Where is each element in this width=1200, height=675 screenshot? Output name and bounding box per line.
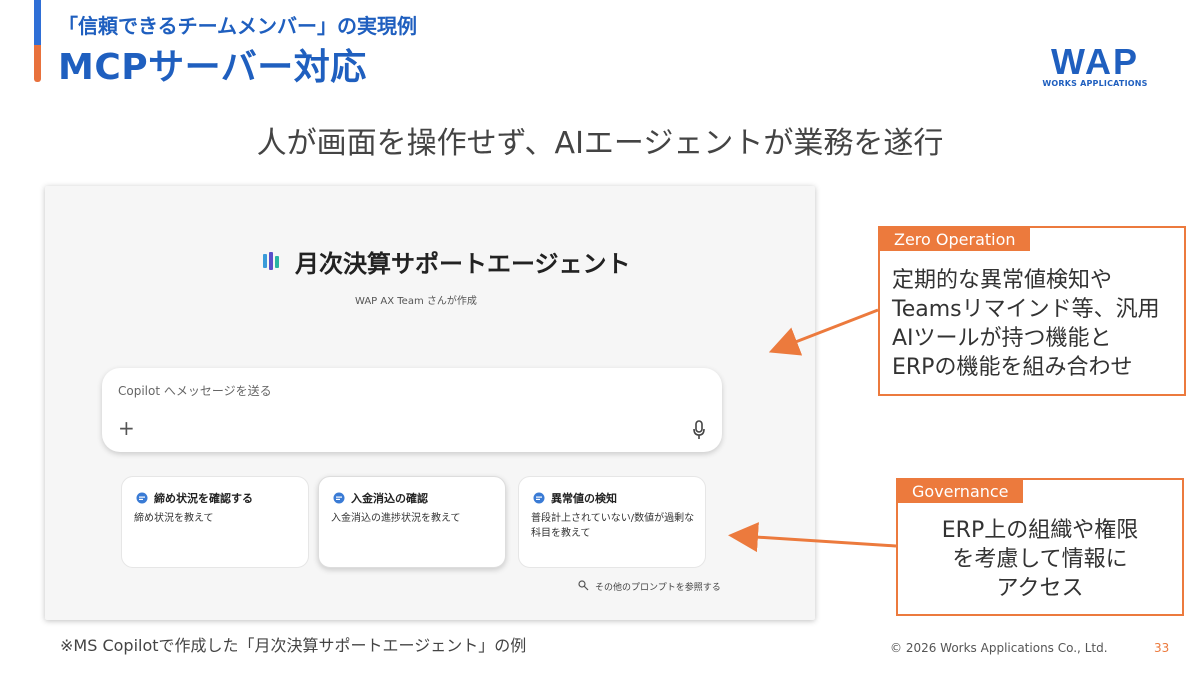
governance-line: を考慮して情報に bbox=[952, 547, 1128, 572]
footnote: ※MS Copilotで作成した「月次決算サポートエージェント」の例 bbox=[60, 636, 527, 655]
microphone-icon[interactable] bbox=[692, 420, 706, 440]
prompt-card-body: 締め状況を教えて bbox=[134, 513, 214, 524]
prompt-card-title: 異常値の検知 bbox=[551, 492, 617, 505]
prompt-card-payment-matching[interactable]: 入金消込の確認 入金消込の進捗状況を教えて bbox=[318, 476, 506, 568]
zero-operation-callout: Zero Operation 定期的な異常値検知や Teamsリマインド等、汎用… bbox=[878, 226, 1186, 396]
agent-logo-icon bbox=[263, 252, 279, 270]
governance-text: ERP上の組織や権限 を考慮して情報に アクセス bbox=[898, 516, 1182, 603]
page-number: 33 bbox=[1154, 641, 1170, 655]
zero-operation-tag: Zero Operation bbox=[880, 228, 1030, 251]
prompt-card-body: 普段計上されていない/数値が過剰な科目を教えて bbox=[531, 513, 695, 539]
zero-operation-line: 定期的な異常値検知や bbox=[892, 268, 1113, 293]
chat-bubble-icon bbox=[136, 492, 148, 504]
wap-logo-subtext: WORKS APPLICATIONS bbox=[1042, 79, 1148, 88]
governance-callout: Governance ERP上の組織や権限 を考慮して情報に アクセス bbox=[896, 478, 1184, 616]
add-attachment-button[interactable]: + bbox=[118, 418, 135, 438]
chat-bubble-icon bbox=[333, 492, 345, 504]
wap-logo-text: WAP bbox=[1051, 42, 1139, 82]
governance-line: アクセス bbox=[996, 576, 1084, 601]
copilot-message-input[interactable]: Copilot へメッセージを送る + bbox=[102, 368, 722, 452]
prompt-library-icon[interactable] bbox=[577, 579, 589, 591]
slide-headline: 人が画面を操作せず、AIエージェントが業務を遂行 bbox=[256, 126, 944, 161]
agent-creator: WAP AX Team さんが作成 bbox=[355, 296, 477, 307]
slide-subtitle: 「信頼できるチームメンバー」の実現例 bbox=[58, 14, 417, 38]
zero-operation-line: ERPの機能を組み合わせ bbox=[892, 355, 1133, 380]
governance-line: ERP上の組織や権限 bbox=[941, 518, 1139, 543]
prompt-card-body: 入金消込の進捗状況を教えて bbox=[331, 513, 461, 524]
copyright: © 2026 Works Applications Co., Ltd. bbox=[890, 641, 1108, 655]
prompt-card-closing-status[interactable]: 締め状況を確認する 締め状況を教えて bbox=[121, 476, 309, 568]
governance-tag: Governance bbox=[898, 480, 1023, 503]
chat-bubble-icon bbox=[533, 492, 545, 504]
zero-operation-line: Teamsリマインド等、汎用 bbox=[892, 297, 1160, 322]
more-prompts-link[interactable]: その他のプロンプトを参照する bbox=[595, 580, 721, 593]
input-placeholder: Copilot へメッセージを送る bbox=[118, 384, 272, 398]
zero-operation-text: 定期的な異常値検知や Teamsリマインド等、汎用 AIツールが持つ機能と ER… bbox=[892, 266, 1160, 382]
header-accent-bar bbox=[34, 0, 41, 82]
copilot-screenshot: 月次決算サポートエージェント WAP AX Team さんが作成 Copilot… bbox=[45, 186, 815, 620]
prompt-card-title: 締め状況を確認する bbox=[154, 492, 253, 505]
prompt-card-anomaly-detection[interactable]: 異常値の検知 普段計上されていない/数値が過剰な科目を教えて bbox=[518, 476, 706, 568]
agent-title: 月次決算サポートエージェント bbox=[295, 250, 631, 278]
prompt-card-title: 入金消込の確認 bbox=[351, 492, 428, 505]
slide-title: MCPサーバー対応 bbox=[58, 47, 367, 88]
zero-operation-line: AIツールが持つ機能と bbox=[892, 326, 1112, 351]
